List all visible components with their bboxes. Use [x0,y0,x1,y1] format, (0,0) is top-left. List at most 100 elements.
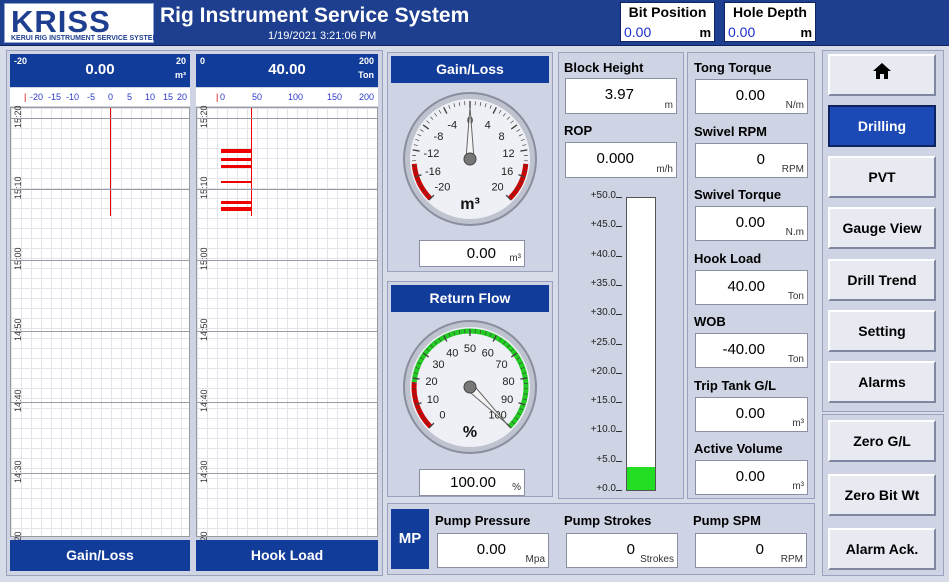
hook-load-trace [221,158,251,161]
pump-spm-box: 0 RPM [695,533,807,568]
bit-position-unit: m [699,25,711,40]
scale-tick: -5 [87,92,96,102]
zero-bit-wt-button[interactable]: Zero Bit Wt [828,474,936,516]
block-bar-scale: +50.0 +45.0 +40.0 +35.0 +30.0 +25.0 +20.0 +15.0… [560,190,622,494]
trip-tank-g-l-box: 0.00 m³ [695,396,808,432]
scale-tick: 10 [145,92,156,102]
return-flow-gauge-value-box: 100.00 % [419,469,525,496]
zero-g-l-button[interactable]: Zero G/L [828,420,936,462]
bit-position-box: Bit Position 0.00 m [620,2,715,42]
time-gridline [11,473,189,474]
tong-torque-value: 0.00 [735,87,765,104]
gauge-tick-label: -16 [425,166,441,178]
hook-load-trend-area[interactable]: 15:2015:1015:0014:5014:4014:3014:20 [196,105,378,554]
bar-tick-label: +30.0 [590,307,616,319]
logo-subtitle: KERUI RIG INSTRUMENT SERVICE SYSTEM [11,35,159,42]
time-label: 14:50 [199,318,209,341]
rop-label: ROP [564,123,593,138]
time-label: 15:00 [199,247,209,270]
active-volume-label: Active Volume [694,441,783,456]
time-gridline [11,402,189,403]
block-bar-fill [627,466,655,490]
gauge-tick-label: -4 [447,119,457,131]
hook-load-track-header: 0 200 Ton 40.00 [196,54,378,87]
wob-value: -40.00 [722,341,765,358]
gauge-tick-label: 40 [446,347,458,359]
pump-pressure-label: Pump Pressure [435,513,531,528]
kriss-logo: KRISS KERUI RIG INSTRUMENT SERVICE SYSTE… [4,3,158,43]
tong-torque-label: Tong Torque [694,60,772,75]
hook-load-box: 40.00 Ton [695,269,808,305]
rop-box: 0.000 m/h [565,142,677,178]
gauge-tick-label: 80 [502,376,514,388]
tong-torque-unit: N/m [785,100,804,111]
gain-loss-trace [110,108,111,216]
gauge-tick-label: 10 [427,394,439,406]
swivel-torque-label: Swivel Torque [694,187,782,202]
bar-tick [616,314,622,316]
bar-tick-label: +50.0 [590,190,616,201]
wob-label: WOB [694,314,726,329]
gauge-unit-label: m³ [460,196,480,213]
scale-tick: -20 [30,92,44,102]
bar-tick [616,431,622,433]
scale-marker: | [216,92,219,102]
hook-load-label: Hook Load [694,250,762,266]
time-label: 14:50 [13,318,23,341]
gauge-tick-label: 12 [502,148,514,160]
hole-depth-label: Hole Depth [733,4,807,20]
bar-tick [616,284,622,286]
rop-unit: m/h [656,164,673,175]
time-label: 15:10 [13,176,23,199]
gauge-tick-label: 4 [485,119,491,131]
gauge-tick-label: 0 [439,410,445,422]
scale-tick: 50 [252,92,263,102]
gauge-view-button[interactable]: Gauge View [828,207,936,249]
time-gridline [197,189,377,190]
gain-loss-gauge-unit: m³ [509,253,521,264]
alarms-button[interactable]: Alarms [828,361,936,403]
time-gridline [197,402,377,403]
gain-loss-track-header: -20 20 m³ 0.00 [10,54,190,87]
bar-tick-label: +35.0 [590,277,616,289]
setting-button[interactable]: Setting [828,310,936,352]
hook-load-trace [221,201,251,204]
bar-tick [616,255,622,257]
gauge-tick [523,165,528,167]
hook-load-trace [221,207,251,211]
gauge-hub [463,152,477,166]
scale-tick: 200 [359,92,375,102]
gain-loss-gauge-value: 0.00 [466,245,496,262]
pump-pressure-value: 0.00 [476,541,506,558]
swivel-rpm-label: Swivel RPM [694,123,767,139]
drill-trend-button[interactable]: Drill Trend [828,259,936,301]
app-title: Rig Instrument Service System [160,4,470,27]
time-label: 14:30 [199,460,209,483]
pvt-button[interactable]: PVT [828,156,936,198]
time-label: 14:40 [199,389,209,412]
time-gridline [11,260,189,261]
home-button[interactable] [828,54,936,96]
time-gridline [11,118,189,119]
gauge-tick [412,393,417,395]
bar-tick-label: +10.0 [590,424,616,436]
return-flow-gauge-title: Return Flow [391,285,549,312]
gain-loss-track-footer: Gain/Loss [10,540,190,571]
gain-loss-trend-area[interactable]: 15:2015:1015:0014:5014:4014:3014:20 [10,105,190,554]
bar-tick-label: +25.0 [590,336,616,348]
drilling-button[interactable]: Drilling [828,105,936,147]
bar-tick [616,460,622,462]
bar-tick [616,226,622,228]
bar-tick-label: +5.0 [596,453,616,465]
hook-load-track-value: 40.00 [268,61,306,78]
hook-load-unit: Ton [787,290,804,302]
bar-tick [616,490,622,491]
hook-load-trace [221,149,251,153]
alarm-ack-button[interactable]: Alarm Ack. [828,528,936,570]
pump-strokes-box: 0 Strokes [566,533,678,568]
bar-tick [616,402,622,404]
pump-strokes-unit: Strokes [640,554,674,565]
pump-spm-value: 0 [755,541,764,558]
gauge-hub [463,380,477,394]
block-height-label: Block Height [564,60,644,75]
